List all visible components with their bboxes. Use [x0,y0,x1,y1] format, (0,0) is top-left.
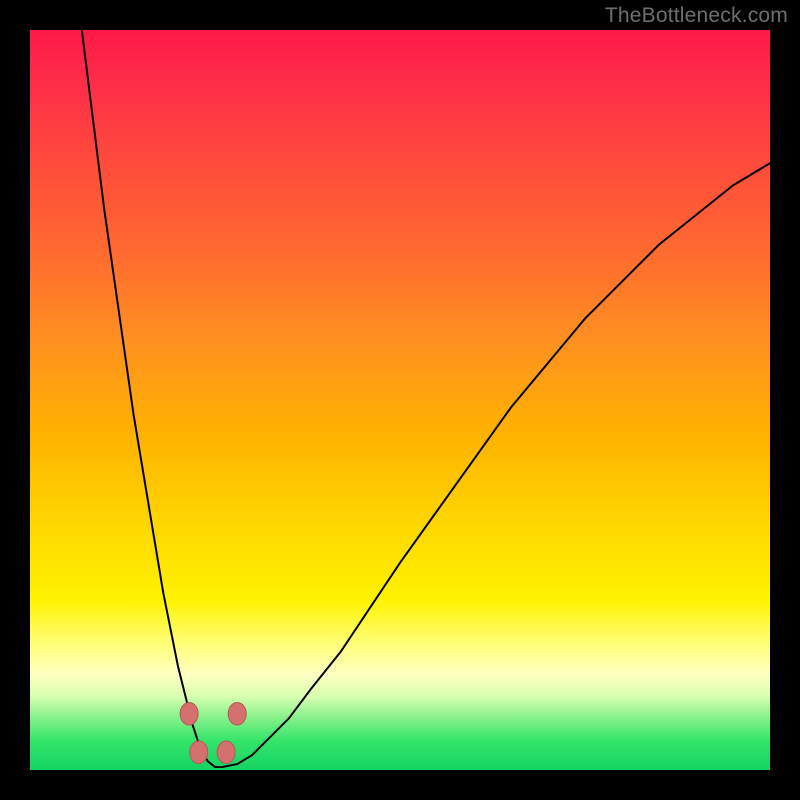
chart-stage: TheBottleneck.com [0,0,800,800]
curve-marker-3 [217,741,235,764]
curve-marker-1 [228,703,246,726]
watermark-text: TheBottleneck.com [605,4,788,28]
curve-marker-0 [180,703,198,726]
plot-area [30,30,770,770]
bottleneck-curve-path [82,30,770,767]
curve-marker-2 [190,741,208,764]
bottleneck-curve-svg [30,30,770,770]
curve-markers [180,703,246,764]
